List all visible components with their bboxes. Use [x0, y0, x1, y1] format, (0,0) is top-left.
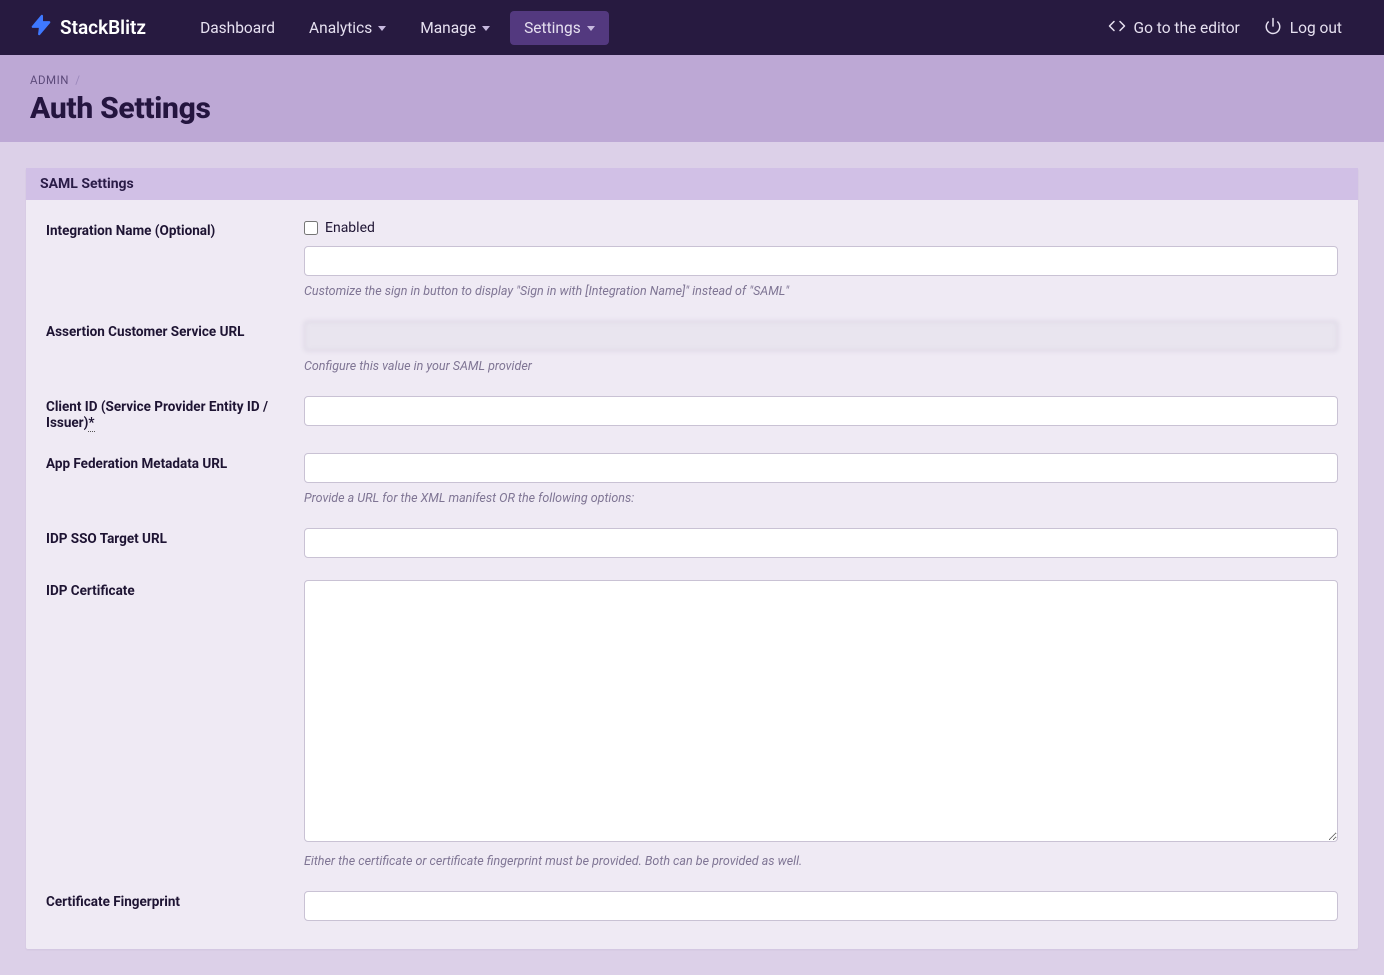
- sso-url-input[interactable]: [304, 528, 1338, 558]
- nav-settings-label: Settings: [524, 19, 581, 37]
- power-icon: [1264, 17, 1282, 39]
- row-acs-url: Assertion Customer Service URL Configure…: [46, 321, 1338, 374]
- page-header: ADMIN / Auth Settings: [0, 55, 1384, 142]
- label-client-id-text: Client ID (Service Provider Entity ID / …: [46, 399, 268, 431]
- row-integration-name: Integration Name (Optional) Enabled Cust…: [46, 220, 1338, 299]
- page-title: Auth Settings: [30, 91, 1354, 126]
- label-integration-name: Integration Name (Optional): [46, 220, 304, 299]
- enabled-checkbox-wrap[interactable]: Enabled: [304, 220, 1338, 236]
- bolt-icon: [30, 14, 52, 41]
- label-acs-url: Assertion Customer Service URL: [46, 321, 304, 374]
- row-client-id: Client ID (Service Provider Entity ID / …: [46, 396, 1338, 431]
- acs-url-input: [304, 321, 1338, 351]
- brand-text: StackBlitz: [60, 16, 146, 39]
- integration-name-hint: Customize the sign in button to display …: [304, 284, 1338, 299]
- enabled-label: Enabled: [325, 220, 375, 236]
- label-client-id: Client ID (Service Provider Entity ID / …: [46, 396, 304, 431]
- nav-manage[interactable]: Manage: [406, 11, 504, 45]
- idp-cert-hint: Either the certificate or certificate fi…: [304, 854, 1338, 869]
- label-idp-cert: IDP Certificate: [46, 580, 304, 869]
- nav-dashboard[interactable]: Dashboard: [186, 11, 289, 45]
- row-metadata-url: App Federation Metadata URL Provide a UR…: [46, 453, 1338, 506]
- chevron-down-icon: [587, 26, 595, 31]
- nav-logout[interactable]: Log out: [1252, 9, 1354, 47]
- brand[interactable]: StackBlitz: [30, 14, 146, 41]
- breadcrumb: ADMIN /: [30, 67, 1354, 87]
- client-id-input[interactable]: [304, 396, 1338, 426]
- nav-settings[interactable]: Settings: [510, 11, 609, 45]
- chevron-down-icon: [482, 26, 490, 31]
- label-sso-url: IDP SSO Target URL: [46, 528, 304, 558]
- topnav: StackBlitz Dashboard Analytics Manage Se…: [0, 0, 1384, 55]
- row-sso-url: IDP SSO Target URL: [46, 528, 1338, 558]
- nav-manage-label: Manage: [420, 19, 476, 37]
- required-asterisk: *: [88, 415, 94, 432]
- nav-links: Dashboard Analytics Manage Settings: [186, 11, 609, 45]
- idp-cert-textarea[interactable]: [304, 580, 1338, 842]
- label-metadata-url: App Federation Metadata URL: [46, 453, 304, 506]
- card-heading: SAML Settings: [26, 168, 1358, 200]
- nav-dashboard-label: Dashboard: [200, 19, 275, 37]
- row-fingerprint: Certificate Fingerprint: [46, 891, 1338, 921]
- label-fingerprint: Certificate Fingerprint: [46, 891, 304, 921]
- fingerprint-input[interactable]: [304, 891, 1338, 921]
- saml-settings-card: SAML Settings Integration Name (Optional…: [26, 168, 1358, 949]
- chevron-down-icon: [378, 26, 386, 31]
- enabled-checkbox[interactable]: [304, 221, 318, 235]
- nav-editor-label: Go to the editor: [1134, 19, 1240, 37]
- nav-editor-link[interactable]: Go to the editor: [1096, 9, 1252, 47]
- nav-analytics-label: Analytics: [309, 19, 372, 37]
- integration-name-input[interactable]: [304, 246, 1338, 276]
- code-icon: [1108, 17, 1126, 39]
- metadata-url-hint: Provide a URL for the XML manifest OR th…: [304, 491, 1338, 506]
- metadata-url-input[interactable]: [304, 453, 1338, 483]
- acs-url-hint: Configure this value in your SAML provid…: [304, 359, 1338, 374]
- breadcrumb-separator: /: [72, 73, 83, 87]
- nav-analytics[interactable]: Analytics: [295, 11, 400, 45]
- row-idp-cert: IDP Certificate Either the certificate o…: [46, 580, 1338, 869]
- breadcrumb-admin[interactable]: ADMIN: [30, 73, 69, 87]
- nav-logout-label: Log out: [1290, 19, 1342, 37]
- page-content: SAML Settings Integration Name (Optional…: [0, 142, 1384, 975]
- card-body: Integration Name (Optional) Enabled Cust…: [26, 200, 1358, 949]
